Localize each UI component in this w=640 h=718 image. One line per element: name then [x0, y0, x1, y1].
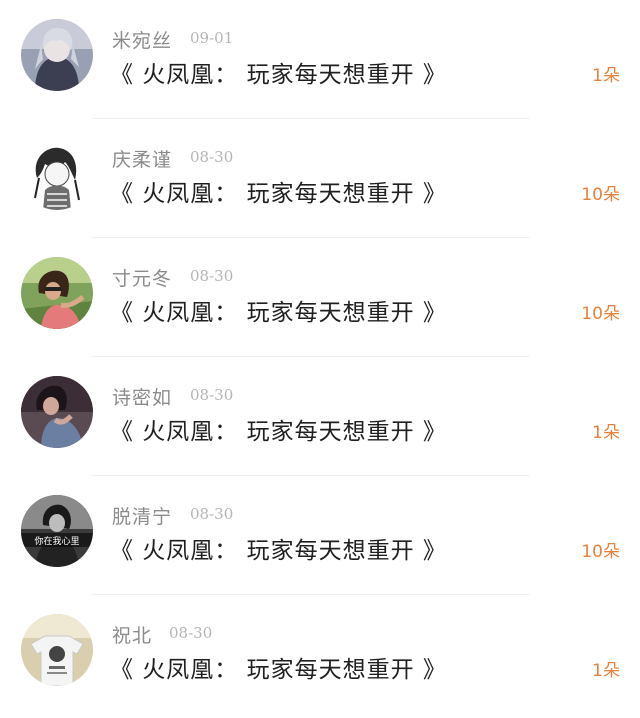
- post-date: 08-30: [190, 505, 234, 523]
- list-item[interactable]: 你在我心里 脱清宁 08-30 《 火凤凰： 玩家每天想重开 》 10朵: [0, 476, 640, 595]
- grayscale-photo-avatar-icon[interactable]: 你在我心里: [21, 495, 93, 567]
- list-item[interactable]: 诗密如 08-30 《 火凤凰： 玩家每天想重开 》 1朵: [0, 357, 640, 476]
- flower-count: 1朵: [592, 661, 620, 681]
- girl-dark-photo-avatar-icon[interactable]: [21, 376, 93, 448]
- book-title[interactable]: 《 火凤凰： 玩家每天想重开 》: [110, 174, 447, 208]
- user-name[interactable]: 庆柔谨: [112, 145, 172, 172]
- post-date: 08-30: [190, 148, 234, 166]
- book-title[interactable]: 《 火凤凰： 玩家每天想重开 》: [110, 55, 447, 89]
- book-title[interactable]: 《 火凤凰： 玩家每天想重开 》: [110, 650, 447, 684]
- girl-outdoor-photo-avatar-icon[interactable]: [21, 257, 93, 329]
- list-item[interactable]: 米宛丝 09-01 《 火凤凰： 玩家每天想重开 》 1朵: [0, 0, 640, 119]
- user-name[interactable]: 寸元冬: [112, 264, 172, 291]
- book-title[interactable]: 《 火凤凰： 玩家每天想重开 》: [110, 412, 447, 446]
- girl-anime-avatar-icon[interactable]: [21, 19, 93, 91]
- flower-count: 1朵: [592, 423, 620, 443]
- flower-count: 10朵: [581, 542, 620, 562]
- list-item[interactable]: 庆柔谨 08-30 《 火凤凰： 玩家每天想重开 》 10朵: [0, 119, 640, 238]
- post-date: 09-01: [190, 29, 234, 47]
- flower-count: 10朵: [581, 304, 620, 324]
- user-name[interactable]: 祝北: [112, 621, 152, 648]
- book-title[interactable]: 《 火凤凰： 玩家每天想重开 》: [110, 293, 447, 327]
- user-name[interactable]: 米宛丝: [112, 26, 172, 53]
- avatar-caption: 你在我心里: [34, 535, 79, 547]
- tshirt-photo-avatar-icon[interactable]: [21, 614, 93, 686]
- gift-list: 米宛丝 09-01 《 火凤凰： 玩家每天想重开 》 1朵 庆柔谨 08-30 …: [0, 0, 640, 718]
- girl-sketch-avatar-icon[interactable]: [21, 138, 93, 210]
- flower-count: 10朵: [581, 185, 620, 205]
- user-name[interactable]: 脱清宁: [112, 502, 172, 529]
- post-date: 08-30: [190, 267, 234, 285]
- list-item[interactable]: 寸元冬 08-30 《 火凤凰： 玩家每天想重开 》 10朵: [0, 238, 640, 357]
- post-date: 08-30: [169, 624, 213, 642]
- flower-count: 1朵: [592, 66, 620, 86]
- book-title[interactable]: 《 火凤凰： 玩家每天想重开 》: [110, 531, 447, 565]
- user-name[interactable]: 诗密如: [112, 383, 172, 410]
- post-date: 08-30: [190, 386, 234, 404]
- list-item[interactable]: 祝北 08-30 《 火凤凰： 玩家每天想重开 》 1朵: [0, 595, 640, 714]
